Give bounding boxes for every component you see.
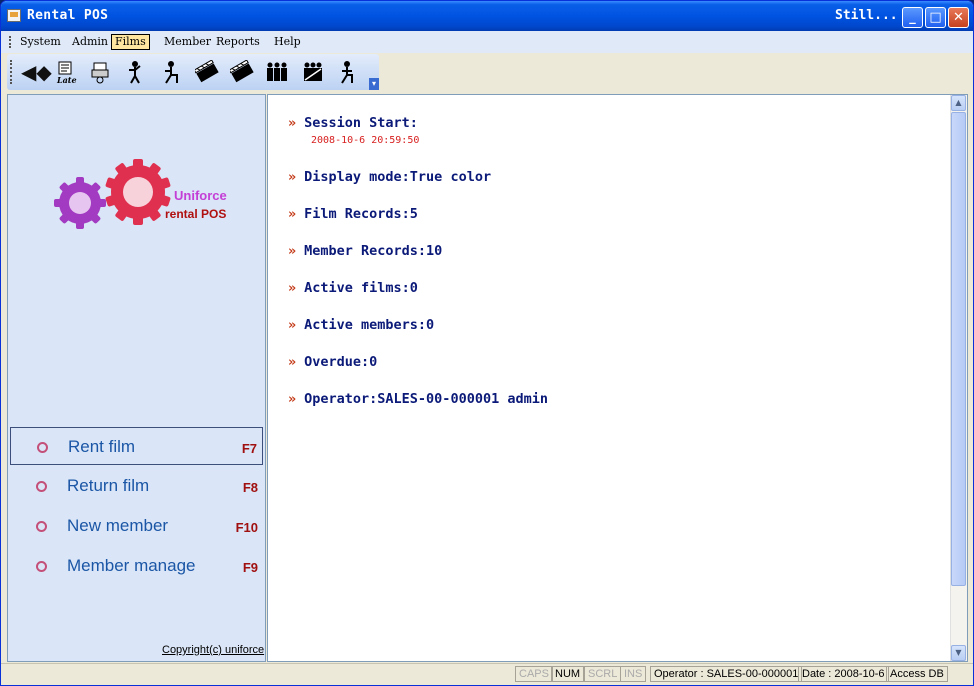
bullet-icon (36, 481, 47, 492)
info-text: Film Records:5 (304, 206, 418, 222)
menu-help[interactable]: Help (271, 35, 304, 49)
rent-film-button[interactable]: Rent film F7 (10, 427, 263, 465)
film-clapper-return-icon[interactable] (228, 59, 254, 84)
member-manage-hotkey: F9 (242, 560, 258, 575)
person-icon[interactable] (123, 60, 147, 84)
status-bar: CAPS NUM SCRL INS Operator : SALES-00-00… (1, 663, 973, 685)
chevron-right-icon: » (288, 280, 297, 296)
menu-films[interactable]: Films (111, 34, 150, 50)
scrollbar-thumb[interactable] (951, 112, 966, 586)
member-manage-label: Member manage (67, 556, 196, 575)
bullet-icon (37, 442, 48, 453)
title-status-text: Still... (835, 8, 898, 23)
info-line-film-records: » Film Records:5 (288, 206, 418, 222)
vertical-scrollbar[interactable]: ▲ ▼ (950, 95, 967, 661)
back-icon[interactable]: ◀◆ (21, 60, 52, 84)
info-text: Operator:SALES-00-000001 admin (304, 391, 548, 407)
info-line-overdue: » Overdue:0 (288, 354, 377, 370)
info-text: Overdue:0 (304, 354, 378, 370)
chevron-right-icon: » (288, 115, 297, 131)
menu-grip[interactable] (9, 36, 13, 48)
info-line-operator: » Operator:SALES-00-000001 admin (288, 391, 548, 407)
title-bar[interactable]: Rental POS Still... _ □ ✕ (1, 1, 973, 31)
info-text: Display mode:True color (304, 169, 492, 185)
scroll-down-icon[interactable]: ▼ (951, 645, 966, 661)
menu-reports[interactable]: Reports (213, 35, 263, 49)
late-icon[interactable]: Late (55, 60, 79, 85)
close-button[interactable]: ✕ (948, 7, 969, 28)
scroll-lock-indicator: SCRL (584, 666, 622, 682)
menu-admin[interactable]: Admin (69, 35, 111, 49)
operator-icon[interactable] (335, 60, 359, 84)
session-info-panel: » Session Start: 2008-10-6 20:59:50 » Disp… (267, 94, 968, 662)
session-time: 2008-10-6 20:59:50 (311, 135, 420, 146)
insert-indicator: INS (620, 666, 647, 682)
chevron-right-icon: » (288, 169, 297, 185)
minimize-icon: _ (909, 10, 916, 25)
scroll-up-icon[interactable]: ▲ (951, 95, 966, 111)
bullet-icon (36, 521, 47, 532)
group-manage-icon[interactable] (301, 60, 325, 84)
return-film-label: Return film (67, 476, 150, 495)
minimize-button[interactable]: _ (902, 7, 923, 28)
seated-person-icon[interactable] (159, 60, 183, 84)
chevron-right-icon: » (288, 354, 297, 370)
toolbar-overflow-chevron-icon[interactable]: ▾ (369, 78, 379, 90)
info-line-active-members: » Active members:0 (288, 317, 434, 333)
num-indicator: NUM (551, 666, 585, 682)
info-text: Member Records:10 (304, 243, 443, 259)
maximize-icon: □ (929, 10, 942, 25)
info-line-session: » Session Start: (288, 115, 418, 131)
window-title: Rental POS (27, 8, 109, 23)
copyright-link[interactable]: Copyright(c) uniforce (162, 644, 264, 656)
new-member-label: New member (67, 516, 169, 535)
caps-indicator: CAPS (515, 666, 553, 682)
new-member-hotkey: F10 (235, 520, 258, 535)
date-status: Date : 2008-10-6 (798, 666, 889, 682)
task-panel: Uniforce rental POS Rent film F7 Return … (7, 94, 266, 662)
printer-icon[interactable] (89, 60, 113, 84)
app-window: Rental POS Still... _ □ ✕ System Admin F… (0, 0, 974, 686)
toolbar: ◀◆ Late ▾ (7, 54, 379, 90)
toolbar-grip[interactable] (10, 60, 14, 84)
member-manage-button[interactable]: Member manage F9 (10, 547, 263, 585)
maximize-button[interactable]: □ (925, 7, 946, 28)
menu-member[interactable]: Member (161, 35, 214, 49)
rent-film-hotkey: F7 (241, 441, 257, 456)
app-icon (7, 9, 21, 22)
new-member-button[interactable]: New member F10 (10, 507, 263, 545)
logo-product-text: rental POS (165, 207, 227, 221)
chevron-right-icon: » (288, 391, 297, 407)
info-text: Active members:0 (304, 317, 435, 333)
return-film-hotkey: F8 (242, 480, 258, 495)
info-line-display-mode: » Display mode:True color (288, 169, 491, 185)
menu-system[interactable]: System (17, 35, 64, 49)
logo-brand-text: Uniforce (174, 188, 227, 203)
database-status: Access DB (886, 666, 948, 682)
operator-status: Operator : SALES-00-000001 (650, 666, 803, 682)
chevron-right-icon: » (288, 317, 297, 333)
film-clapper-icon[interactable] (193, 59, 219, 84)
return-film-button[interactable]: Return film F8 (10, 467, 263, 505)
chevron-right-icon: » (288, 243, 297, 259)
svg-text:Late: Late (56, 75, 77, 84)
info-line-member-records: » Member Records:10 (288, 243, 442, 259)
close-icon: ✕ (953, 10, 964, 25)
group-icon[interactable] (265, 60, 289, 84)
chevron-right-icon: » (288, 206, 297, 222)
info-text: Active films:0 (304, 280, 418, 296)
rent-film-label: Rent film (68, 437, 136, 456)
info-line-active-films: » Active films:0 (288, 280, 418, 296)
menu-bar: System Admin Films Member Reports Help (1, 31, 973, 53)
session-start-label: Session Start: (304, 115, 418, 131)
bullet-icon (36, 561, 47, 572)
